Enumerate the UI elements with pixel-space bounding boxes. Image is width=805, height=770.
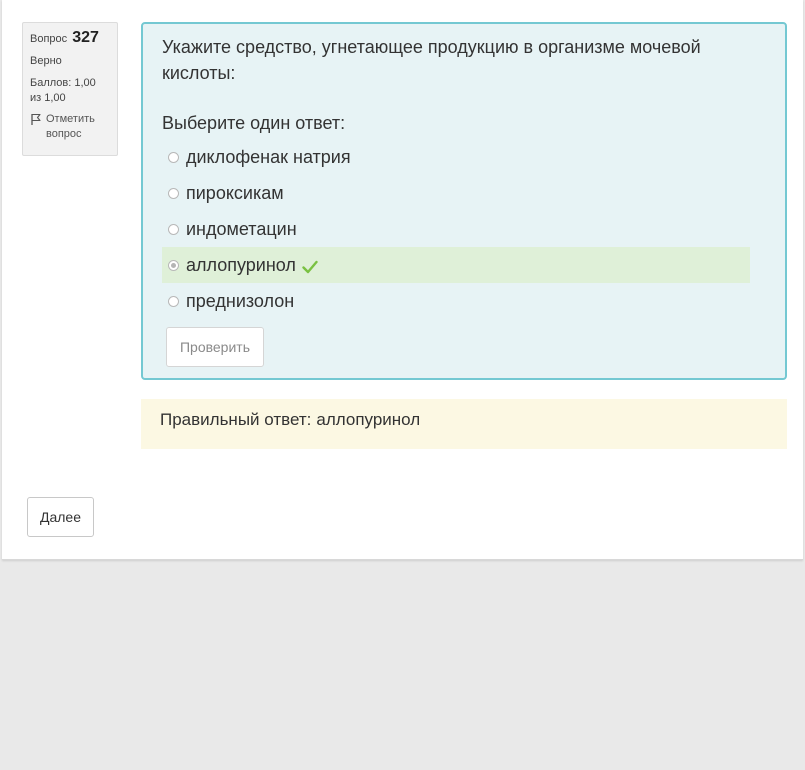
right-answer-feedback: Правильный ответ: аллопуринол xyxy=(141,399,787,449)
question-formulation: Укажите средство, угнетающее продукцию в… xyxy=(141,22,787,380)
right-answer-label: Правильный ответ: xyxy=(160,410,312,429)
answer-radio[interactable] xyxy=(168,187,179,199)
answer-option[interactable]: пироксикам xyxy=(162,175,750,211)
check-mark-icon xyxy=(302,260,318,274)
answer-option[interactable]: индометацин xyxy=(162,211,750,247)
answer-prompt: Выберите один ответ: xyxy=(162,113,346,133)
question-state: Верно xyxy=(30,55,62,67)
question-number: 327 xyxy=(72,29,99,46)
question-text: Укажите средство, угнетающее продукцию в… xyxy=(162,37,701,83)
question-grade: Баллов: 1,00 из 1,00 xyxy=(30,77,96,104)
next-button[interactable]: Далее xyxy=(27,497,94,537)
check-button[interactable]: Проверить xyxy=(166,327,264,367)
right-answer-value: аллопуринол xyxy=(316,410,421,429)
answer-label: преднизолон xyxy=(186,290,295,311)
answer-label: аллопуринол xyxy=(186,254,296,275)
question-number-line: Вопрос 327 xyxy=(30,30,110,50)
answer-label: пироксикам xyxy=(186,182,284,203)
quiz-page: Вопрос 327 Верно Баллов: 1,00 из 1,00 От… xyxy=(2,0,803,560)
answer-radio[interactable] xyxy=(168,223,179,235)
flag-question-label: Отметить вопрос xyxy=(46,113,95,140)
flag-icon xyxy=(31,113,41,125)
flag-question-link[interactable]: Отметить вопрос xyxy=(30,112,110,142)
question-info-panel: Вопрос 327 Верно Баллов: 1,00 из 1,00 От… xyxy=(22,22,118,156)
answer-label: диклофенак натрия xyxy=(186,146,351,167)
question-word: Вопрос xyxy=(30,33,68,45)
answer-radio-selected[interactable] xyxy=(168,259,179,271)
answer-radio[interactable] xyxy=(168,295,179,307)
answer-label: индометацин xyxy=(186,218,297,239)
answer-option-correct[interactable]: аллопуринол xyxy=(162,247,750,283)
answer-list: диклофенак натрия пироксикам индометацин… xyxy=(162,139,750,319)
answer-option[interactable]: диклофенак натрия xyxy=(162,139,750,175)
answer-option[interactable]: преднизолон xyxy=(162,283,750,319)
answer-radio[interactable] xyxy=(168,151,179,163)
